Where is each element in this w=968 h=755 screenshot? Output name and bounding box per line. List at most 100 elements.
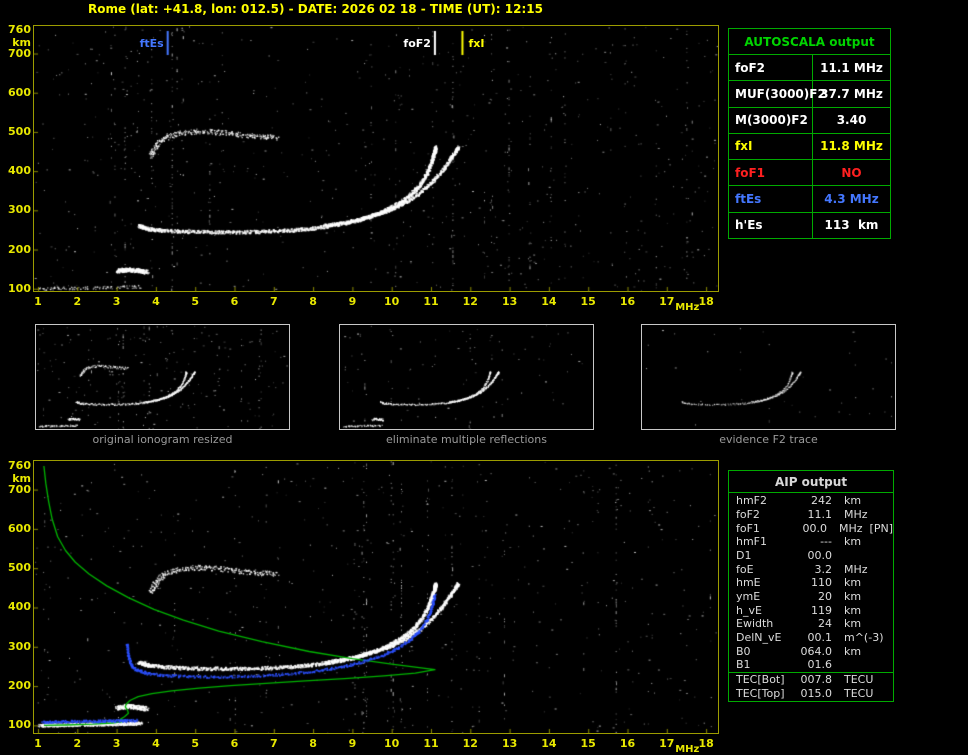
station-date-header: Rome (lat: +41.8, lon: 012.5) - DATE: 20… bbox=[88, 2, 543, 16]
x-tick-label-4: 4 bbox=[152, 737, 160, 750]
x-tick-label-3: 3 bbox=[112, 295, 121, 308]
y-tick-label-760: 760 bbox=[8, 459, 31, 472]
aip-output-rows: hmF2 242 km foF2 11.1 MHz foF1 00.0 MHz [PN] hmF1-… bbox=[729, 493, 893, 701]
x-tick-label-9: 9 bbox=[348, 295, 357, 308]
param-label: fxI bbox=[729, 133, 813, 160]
x-tick-label-7: 7 bbox=[269, 737, 278, 750]
param-value: 01.6 bbox=[807, 658, 833, 672]
x-tick-label-6: 6 bbox=[230, 737, 239, 750]
param-value: 015.0 bbox=[800, 686, 833, 700]
param-label: D1 bbox=[736, 549, 752, 563]
param-unit: TECU bbox=[844, 686, 874, 700]
param-value: 00.0 bbox=[807, 549, 833, 563]
x-tick-label-11: 11 bbox=[423, 737, 439, 750]
x-tick-label-5: 5 bbox=[191, 737, 200, 750]
ionogram-plot-top bbox=[33, 25, 719, 292]
x-tick-label-14: 14 bbox=[541, 295, 557, 308]
param-label: ymE bbox=[736, 590, 761, 604]
x-tick-label-6: 6 bbox=[230, 295, 239, 308]
param-label: foF1 bbox=[729, 160, 813, 186]
autoscala-output-table: AUTOSCALA output foF2 11.1 MHz MUF(3000)F2… bbox=[728, 28, 891, 239]
param-value: 007.8 bbox=[800, 673, 833, 687]
thumbnail-caption-original: original ionogram resized bbox=[92, 433, 233, 446]
aip-row-tec-top: TEC[Top] 015.0 TECU bbox=[729, 686, 893, 700]
param-unit: km bbox=[844, 535, 862, 549]
y-tick-label-100: 100 bbox=[8, 718, 31, 732]
x-tick-label-10: 10 bbox=[384, 295, 400, 308]
param-value: 00.1 bbox=[807, 631, 833, 645]
x-tick-label-8: 8 bbox=[309, 737, 317, 750]
param-unit: MHz bbox=[844, 562, 868, 576]
ionogram-scatter-canvas-top bbox=[34, 26, 718, 291]
param-value: 242 bbox=[811, 494, 832, 508]
param-unit: km bbox=[844, 644, 862, 658]
x-axis-unit: MHz bbox=[675, 744, 700, 755]
param-note: [PN] bbox=[869, 521, 893, 535]
x-tick-label-1: 1 bbox=[34, 737, 42, 750]
param-label: h_vE bbox=[736, 603, 762, 617]
x-tick-label-7: 7 bbox=[269, 295, 278, 308]
param-label: Ewidth bbox=[736, 617, 774, 631]
autoscala-row-ftes: ftEs 4.3 MHz bbox=[729, 186, 890, 213]
x-tick-label-5: 5 bbox=[191, 295, 200, 308]
param-value: 3.2 bbox=[814, 562, 833, 576]
y-tick-label-200: 200 bbox=[8, 679, 31, 693]
aip-row-tec-bot: TEC[Bot] 007.8 TECU bbox=[729, 671, 893, 687]
param-value: 00.0 bbox=[802, 521, 828, 535]
param-value: --- bbox=[820, 535, 832, 549]
x-tick-label-14: 14 bbox=[541, 737, 557, 750]
foF2-marker-label: foF2 bbox=[403, 37, 431, 50]
param-label: foF2 bbox=[736, 508, 760, 521]
param-value: 11.1 bbox=[807, 508, 833, 521]
y-tick-label-300: 300 bbox=[8, 639, 31, 653]
param-label: TEC[Bot] bbox=[736, 673, 785, 687]
autoscala-row-h-es: h'Es 113 km bbox=[729, 212, 890, 238]
x-tick-label-9: 9 bbox=[348, 737, 357, 750]
param-label: foE bbox=[736, 562, 754, 576]
y-tick-label-500: 500 bbox=[8, 561, 31, 575]
param-value: 4.3 MHz bbox=[824, 192, 879, 207]
param-label: foF2 bbox=[729, 55, 813, 81]
x-tick-label-8: 8 bbox=[309, 295, 317, 308]
param-label: hmE bbox=[736, 576, 761, 590]
aip-row-b1: B1 01.6 bbox=[729, 658, 893, 672]
y-tick-label-200: 200 bbox=[8, 242, 31, 256]
thumbnail-canvas-cleaned bbox=[340, 325, 593, 429]
param-value: 113 km bbox=[824, 218, 879, 233]
aip-row-fof1: foF1 00.0 MHz [PN] bbox=[729, 521, 893, 535]
param-value: 110 bbox=[811, 576, 832, 590]
param-label: B1 bbox=[736, 658, 751, 672]
param-value: 37.7 MHz bbox=[820, 86, 883, 101]
x-tick-label-11: 11 bbox=[423, 295, 439, 308]
x-tick-label-13: 13 bbox=[501, 295, 518, 308]
thumbnail-multiple-reflections-removed bbox=[339, 324, 594, 430]
param-label: hmF2 bbox=[736, 494, 768, 508]
y-tick-label-700: 700 bbox=[8, 482, 31, 496]
aip-row-deln-ve: DelN_vE 00.1 m^(-3) bbox=[729, 631, 893, 645]
y-tick-label-300: 300 bbox=[8, 203, 31, 217]
y-tick-label-100: 100 bbox=[8, 281, 31, 295]
param-unit: km bbox=[844, 494, 862, 508]
x-tick-label-16: 16 bbox=[619, 737, 636, 750]
x-tick-label-12: 12 bbox=[462, 295, 478, 308]
aip-output-table: AIP output hmF2 242 km foF2 11.1 MHz foF1 00.0 M… bbox=[728, 470, 894, 702]
param-unit: MHz bbox=[839, 521, 863, 535]
param-value: 119 bbox=[811, 603, 832, 617]
thumbnail-canvas-f2-trace bbox=[642, 325, 895, 429]
y-tick-label-400: 400 bbox=[8, 164, 31, 178]
param-unit: km bbox=[844, 617, 862, 631]
thumbnail-f2-trace-evidence bbox=[641, 324, 896, 430]
x-tick-label-15: 15 bbox=[580, 295, 596, 308]
param-value: NO bbox=[841, 165, 862, 180]
y-tick-label-600: 600 bbox=[8, 521, 31, 535]
fxI-marker-label: fxI bbox=[468, 37, 485, 50]
param-value: 11.1 MHz bbox=[820, 60, 883, 75]
param-value: 20 bbox=[818, 590, 832, 604]
aip-row-foe: foE 3.2 MHz bbox=[729, 562, 893, 576]
aip-row-yme: ymE 20 km bbox=[729, 590, 893, 604]
aip-row-fof2: foF2 11.1 MHz bbox=[729, 508, 893, 522]
aip-row-ewidth: Ewidth 24 km bbox=[729, 617, 893, 631]
param-value: 3.40 bbox=[836, 113, 867, 128]
aip-row-hme: hmE 110 km bbox=[729, 576, 893, 590]
x-tick-label-2: 2 bbox=[73, 737, 82, 750]
